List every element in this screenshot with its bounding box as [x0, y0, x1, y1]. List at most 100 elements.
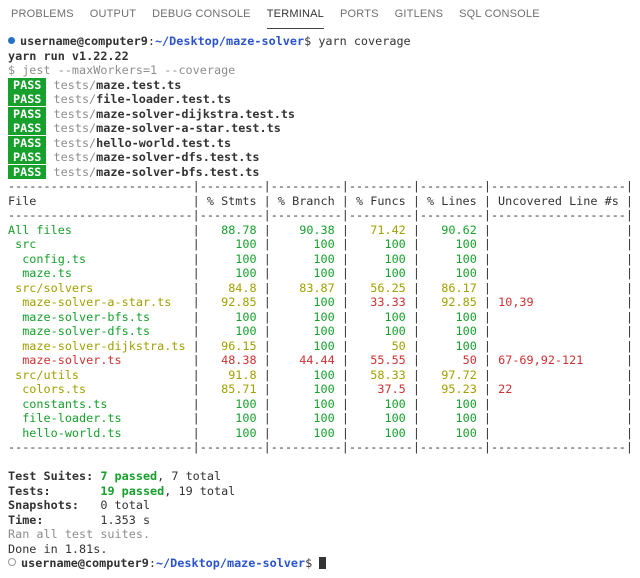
terminal-text: |	[626, 324, 633, 338]
terminal-text: |	[193, 368, 200, 382]
test-file-name: file-loader.test.ts	[96, 92, 231, 106]
terminal-text: |	[193, 382, 200, 396]
coverage-uncovered-lines	[491, 237, 626, 251]
coverage-row: constants.ts | 100 | 100 | 100 | 100 | |	[8, 397, 640, 412]
coverage-cell: 100	[200, 324, 264, 338]
terminal-text: |	[193, 237, 200, 251]
terminal-text: |	[413, 252, 420, 266]
terminal-text: |	[484, 223, 491, 237]
terminal-text: |	[413, 411, 420, 425]
terminal-text: |	[193, 223, 200, 237]
panel-tab-output[interactable]: OUTPUT	[90, 0, 136, 29]
coverage-row: config.ts | 100 | 100 | 100 | 100 | |	[8, 252, 640, 267]
terminal-text	[46, 121, 53, 135]
terminal-text: |	[342, 310, 349, 324]
coverage-cell: 50	[420, 353, 484, 367]
coverage-row: file-loader.ts | 100 | 100 | 100 | 100 |…	[8, 411, 640, 426]
terminal-text: |	[626, 353, 633, 367]
coverage-file-name: file-loader.ts	[8, 411, 193, 425]
coverage-uncovered-lines	[491, 426, 626, 440]
terminal-text: |	[484, 339, 491, 353]
panel-tab-sql-console[interactable]: SQL CONSOLE	[459, 0, 540, 29]
terminal-text: |	[484, 353, 491, 367]
coverage-row: src/solvers | 84.8 | 83.87 | 56.25 | 86.…	[8, 281, 640, 296]
terminal-text: |	[484, 411, 491, 425]
terminal-text: |	[342, 324, 349, 338]
coverage-cell: 100	[271, 397, 342, 411]
coverage-cell: 88.78	[200, 223, 264, 237]
terminal-text: |	[264, 310, 271, 324]
coverage-row: hello-world.ts | 100 | 100 | 100 | 100 |…	[8, 426, 640, 441]
coverage-file-name: maze-solver-dijkstra.ts	[8, 339, 193, 353]
jest-invocation-line: $ jest --maxWorkers=1 --coverage	[8, 63, 640, 78]
coverage-cell: 44.44	[271, 353, 342, 367]
terminal-text: |	[626, 281, 633, 295]
coverage-row: src/utils | 91.8 | 100 | 58.33 | 97.72 |…	[8, 368, 640, 383]
coverage-cell: 100	[420, 411, 484, 425]
terminal-text: |	[342, 353, 349, 367]
terminal-text: |	[342, 426, 349, 440]
blank-line	[8, 455, 640, 470]
summary-label: Test Suites:	[8, 469, 100, 483]
coverage-uncovered-lines	[491, 310, 626, 324]
coverage-cell: 83.87	[271, 281, 342, 295]
coverage-cell: 84.8	[200, 281, 264, 295]
terminal-text: |	[264, 237, 271, 251]
command-decoration-pending-icon[interactable]	[8, 558, 16, 566]
coverage-row: All files | 88.78 | 90.38 | 71.42 | 90.6…	[8, 223, 640, 238]
done-text: Done in 1.81s.	[8, 542, 107, 556]
panel-tab-ports[interactable]: PORTS	[340, 0, 379, 29]
coverage-cell: 48.38	[200, 353, 264, 367]
terminal-text: |	[413, 426, 420, 440]
coverage-cell: 97.72	[420, 368, 484, 382]
summary-label: Snapshots:	[8, 498, 100, 512]
terminal-text: |	[342, 339, 349, 353]
panel-tab-problems[interactable]: PROBLEMS	[11, 0, 74, 29]
command-decoration-success-icon[interactable]	[8, 37, 15, 44]
coverage-file-name: maze-solver-bfs.ts	[8, 310, 193, 324]
panel-tab-terminal[interactable]: TERMINAL	[267, 0, 324, 29]
terminal-text: |	[193, 353, 200, 367]
prompt-user-host: username@computer9	[20, 34, 148, 48]
coverage-cell: 86.17	[420, 281, 484, 295]
coverage-cell: 100	[271, 237, 342, 251]
terminal-text: |	[626, 339, 633, 353]
panel-tab-debug-console[interactable]: DEBUG CONSOLE	[152, 0, 251, 29]
coverage-uncovered-lines	[491, 397, 626, 411]
coverage-cell: 100	[271, 426, 342, 440]
coverage-uncovered-lines	[491, 411, 626, 425]
terminal-text: |	[626, 397, 633, 411]
terminal-text: |	[484, 295, 491, 309]
terminal-text	[46, 136, 53, 150]
terminal-text: |	[626, 368, 633, 382]
coverage-cell: 100	[349, 266, 413, 280]
terminal-text: |	[484, 237, 491, 251]
test-result-line: PASS tests/maze.test.ts	[8, 78, 640, 93]
test-file-name: hello-world.test.ts	[96, 136, 231, 150]
coverage-cell: 100	[349, 237, 413, 251]
coverage-cell: 100	[349, 310, 413, 324]
terminal-text: |	[264, 368, 271, 382]
test-result-line: PASS tests/maze-solver-dijkstra.test.ts	[8, 107, 640, 122]
vscode-bottom-panel: PROBLEMS OUTPUT DEBUG CONSOLE TERMINAL PORTS…	[0, 0, 640, 571]
pass-badge: PASS	[8, 107, 46, 121]
summary-line: Time: 1.353 s	[8, 513, 640, 528]
pass-badge: PASS	[8, 165, 46, 179]
terminal-text: |	[342, 295, 349, 309]
coverage-cell: 100	[420, 266, 484, 280]
coverage-cell: 100	[200, 411, 264, 425]
summary-total: 0 total	[100, 498, 150, 512]
coverage-file-name: maze-solver.ts	[8, 353, 193, 367]
panel-tab-gitlens[interactable]: GITLENS	[395, 0, 443, 29]
coverage-cell: 100	[420, 310, 484, 324]
terminal-text: |	[626, 237, 633, 251]
coverage-cell: 100	[271, 382, 342, 396]
coverage-file-name: colors.ts	[8, 382, 193, 396]
coverage-uncovered-lines	[491, 368, 626, 382]
terminal-output[interactable]: username@computer9:~/Desktop/maze-solver…	[0, 29, 640, 571]
coverage-cell: 100	[420, 426, 484, 440]
terminal-text: |	[193, 324, 200, 338]
coverage-cell: 100	[271, 310, 342, 324]
terminal-text	[46, 92, 53, 106]
ran-suites-line: Ran all test suites.	[8, 527, 640, 542]
